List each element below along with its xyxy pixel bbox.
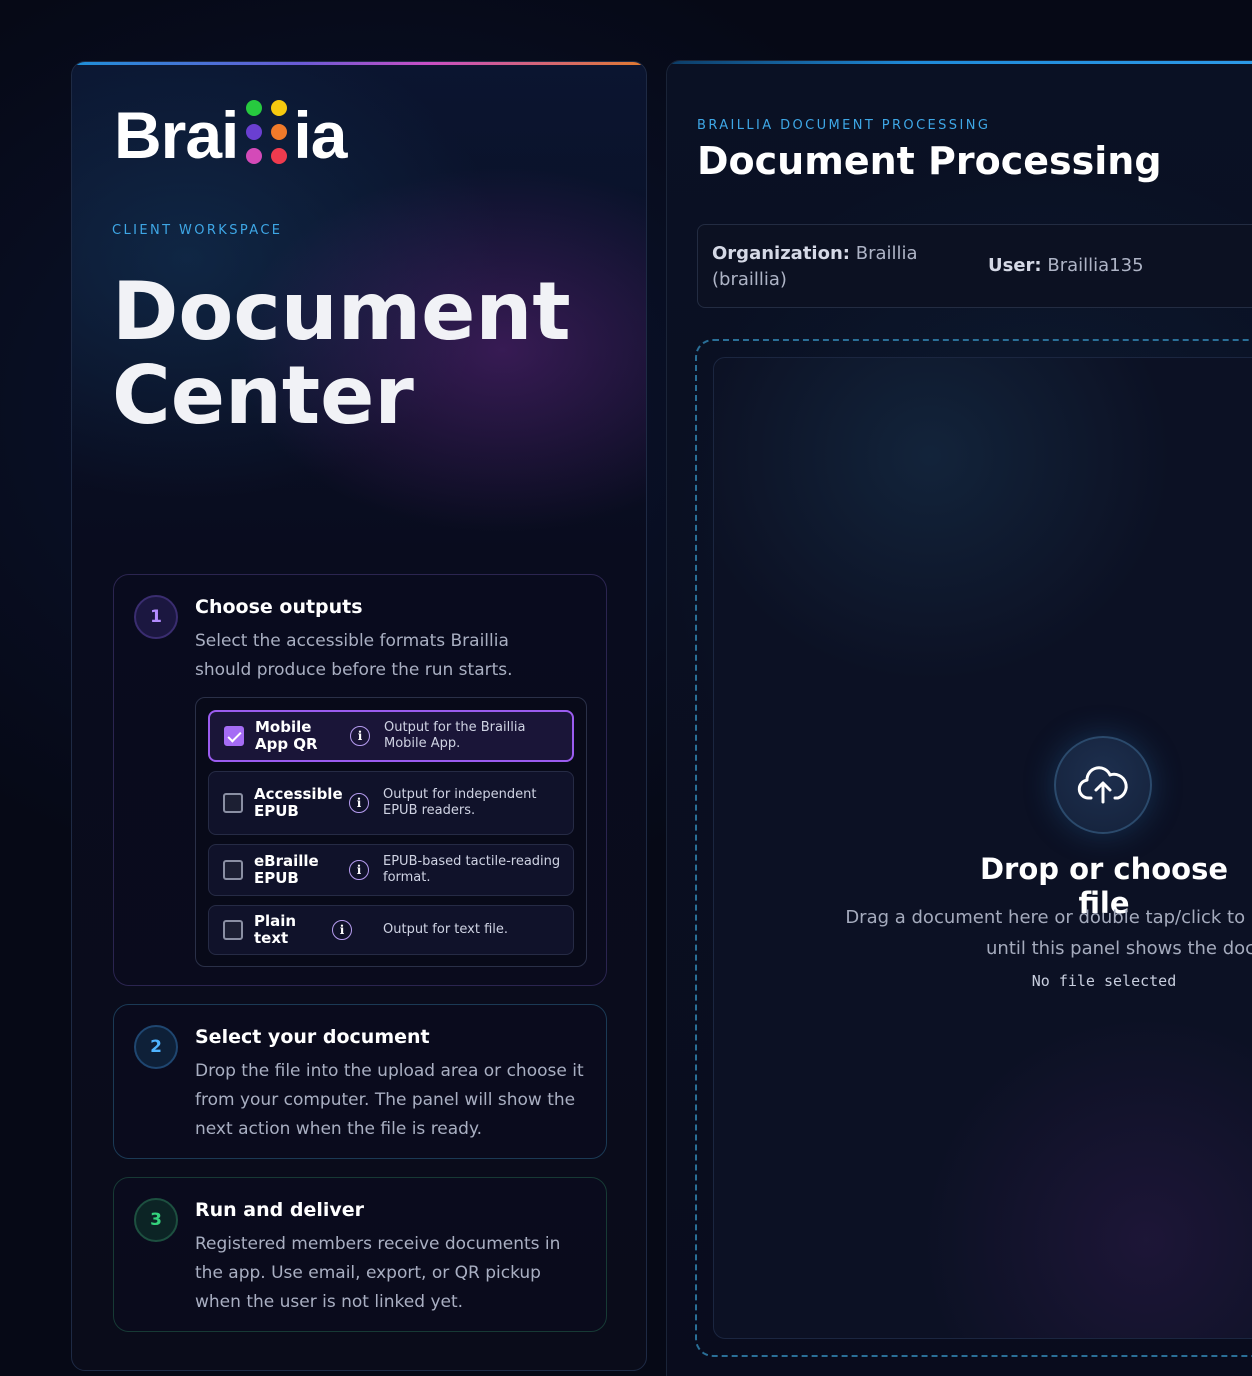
option-description: Output for independent EPUB readers. xyxy=(383,787,537,818)
page-title: Document Center xyxy=(112,265,571,442)
output-option-ebraille-epub[interactable]: eBraille EPUB i EPUB-based tactile-readi… xyxy=(208,844,574,896)
step-card-select-document: 2 Select your document Drop the file int… xyxy=(113,1004,607,1159)
step-number-badge: 3 xyxy=(134,1198,178,1242)
option-label: eBraille EPUB xyxy=(254,852,319,887)
braillia-logo: Brai ia xyxy=(114,98,347,172)
option-description: Output for text file. xyxy=(383,922,509,937)
upload-button[interactable] xyxy=(1054,736,1152,834)
checkbox[interactable] xyxy=(223,793,243,813)
checkbox[interactable] xyxy=(223,920,243,940)
output-option-mobile-app-qr[interactable]: Mobile App QR i Output for the Braillia … xyxy=(208,710,574,762)
dropzone-description: Drag a document here or double tap/click… xyxy=(845,907,1252,959)
step-title: Run and deliver xyxy=(195,1199,365,1221)
document-processing-panel: BRAILLIA DOCUMENT PROCESSING Document Pr… xyxy=(666,60,1252,1376)
step-number-badge: 2 xyxy=(134,1025,178,1069)
step-card-choose-outputs: 1 Choose outputs Select the accessible f… xyxy=(113,574,607,986)
info-icon[interactable]: i xyxy=(349,793,369,813)
step-description: Select the accessible formats Braillia s… xyxy=(195,631,513,680)
organization-info: Organization: Braillia (braillia) xyxy=(712,243,918,290)
option-description: Output for the Braillia Mobile App. xyxy=(384,720,526,751)
user-info: User: Braillia135 xyxy=(988,255,1144,276)
option-label: Mobile App QR xyxy=(255,718,318,753)
logo-dot xyxy=(271,124,288,140)
processing-eyebrow: BRAILLIA DOCUMENT PROCESSING xyxy=(697,118,991,133)
session-info-bar: Organization: Braillia (braillia) User: … xyxy=(697,224,1252,308)
option-label: Accessible EPUB xyxy=(254,785,343,820)
cloud-upload-icon xyxy=(1077,766,1128,804)
output-option-plain-text[interactable]: Plain text i Output for text file. xyxy=(208,905,574,955)
client-workspace-panel: Brai ia CLIENT WORKSPACE Document Center… xyxy=(71,61,647,1371)
logo-dot xyxy=(246,100,263,116)
file-status: No file selected xyxy=(1031,972,1177,990)
braille-dots-logo-mark xyxy=(246,100,288,164)
output-option-accessible-epub[interactable]: Accessible EPUB i Output for independent… xyxy=(208,771,574,835)
step-number-badge: 1 xyxy=(134,595,178,639)
step-title: Choose outputs xyxy=(195,596,363,618)
option-description: EPUB-based tactile-reading format. xyxy=(383,854,561,885)
checkbox-checked[interactable] xyxy=(224,726,244,746)
processing-title: Document Processing xyxy=(697,139,1162,183)
output-options-list: Mobile App QR i Output for the Braillia … xyxy=(195,697,587,967)
option-label: Plain text xyxy=(254,912,297,947)
step-title: Select your document xyxy=(195,1026,430,1048)
logo-dot xyxy=(246,148,263,164)
info-icon[interactable]: i xyxy=(350,726,370,746)
step-description: Drop the file into the upload area or ch… xyxy=(195,1061,584,1139)
checkbox[interactable] xyxy=(223,860,243,880)
dropzone-inner[interactable]: Drop or choose file Drag a document here… xyxy=(713,357,1252,1339)
logo-dot xyxy=(271,100,288,116)
logo-dot xyxy=(246,124,263,140)
info-icon[interactable]: i xyxy=(349,860,369,880)
step-description: Registered members receive documents in … xyxy=(195,1234,561,1312)
file-dropzone[interactable]: Drop or choose file Drag a document here… xyxy=(695,339,1252,1357)
step-card-run-and-deliver: 3 Run and deliver Registered members rec… xyxy=(113,1177,607,1332)
logo-dot xyxy=(271,148,288,164)
info-icon[interactable]: i xyxy=(332,920,352,940)
workspace-eyebrow: CLIENT WORKSPACE xyxy=(112,223,283,238)
